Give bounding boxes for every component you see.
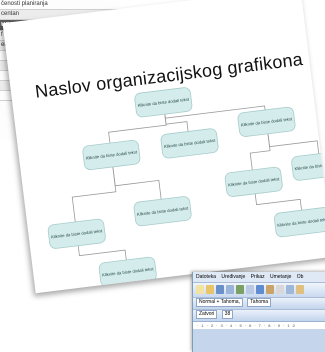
new-document-icon[interactable] [196, 285, 204, 294]
font-dropdown[interactable]: Tahoma [247, 298, 272, 308]
close-button[interactable]: Zatvori [196, 310, 218, 320]
style-dropdown[interactable]: Normal + Tahoma, [196, 298, 243, 308]
menu-bar: Datoteka Uređivanje Prikaz Umetanje Ob [193, 272, 325, 282]
menu-item-edit[interactable]: Uređivanje [221, 274, 245, 280]
print-icon[interactable] [236, 285, 244, 294]
ruler: ·1·2·3·4·5·6·7·8·9·10 [193, 321, 325, 329]
formatting-toolbar: Normal + Tahoma, Tahoma [193, 297, 325, 309]
cut-icon[interactable] [276, 285, 284, 294]
org-chart-node[interactable]: Kliknite da biste dodali tekst [291, 150, 325, 181]
org-connector-line [71, 166, 117, 222]
org-connector-line [164, 114, 189, 132]
print-preview-icon[interactable] [246, 285, 254, 294]
org-connector-line [112, 166, 162, 200]
org-chart-node[interactable]: Kliknite da biste dodali tekst [237, 106, 296, 138]
org-chart-node[interactable]: Kliknite da biste dodali tekst [134, 87, 193, 118]
org-chart: Kliknite da biste dodali tekstKliknite d… [47, 87, 325, 288]
spelling-icon[interactable] [256, 285, 264, 294]
open-folder-icon[interactable] [206, 285, 214, 294]
menu-item-format[interactable]: Ob [297, 274, 304, 280]
org-chart-slide: Naslov organizacijskog grafikona Kliknit… [2, 0, 325, 294]
save-icon[interactable] [216, 285, 224, 294]
table-row: čenosti planiranja [0, 0, 121, 10]
org-chart-node[interactable]: Kliknite da biste dodali tekst [160, 128, 219, 159]
menu-item-insert[interactable]: Umetanje [270, 274, 291, 280]
org-chart-nodes: Kliknite da biste dodali tekstKliknite d… [47, 87, 325, 288]
menu-item-file[interactable]: Datoteka [196, 274, 216, 280]
standard-toolbar [193, 282, 325, 297]
menu-item-view[interactable]: Prikaz [251, 274, 265, 280]
org-chart-node[interactable]: Kliknite da biste dodali tekst [47, 218, 106, 249]
org-chart-node[interactable]: Kliknite da biste dodali tekst [274, 207, 325, 238]
copy-icon[interactable] [286, 285, 294, 294]
research-icon[interactable] [266, 285, 274, 294]
org-chart-node[interactable]: Kliknite da biste dodali tekst [98, 256, 158, 288]
org-chart-node[interactable]: Kliknite da biste dodali tekst [133, 196, 192, 227]
org-chart-node[interactable]: Kliknite da biste dodali tekst [224, 166, 283, 198]
zoom-dropdown[interactable]: 38 [221, 310, 234, 320]
permission-icon[interactable] [226, 285, 234, 294]
paste-icon[interactable] [296, 285, 304, 294]
org-connector-line [108, 114, 167, 144]
reading-toolbar: Zatvori 38 [193, 309, 325, 321]
org-chart-node[interactable]: Kliknite da biste dodali tekst [82, 139, 141, 171]
word-window: Datoteka Uređivanje Prikaz Umetanje Ob N… [192, 272, 325, 352]
